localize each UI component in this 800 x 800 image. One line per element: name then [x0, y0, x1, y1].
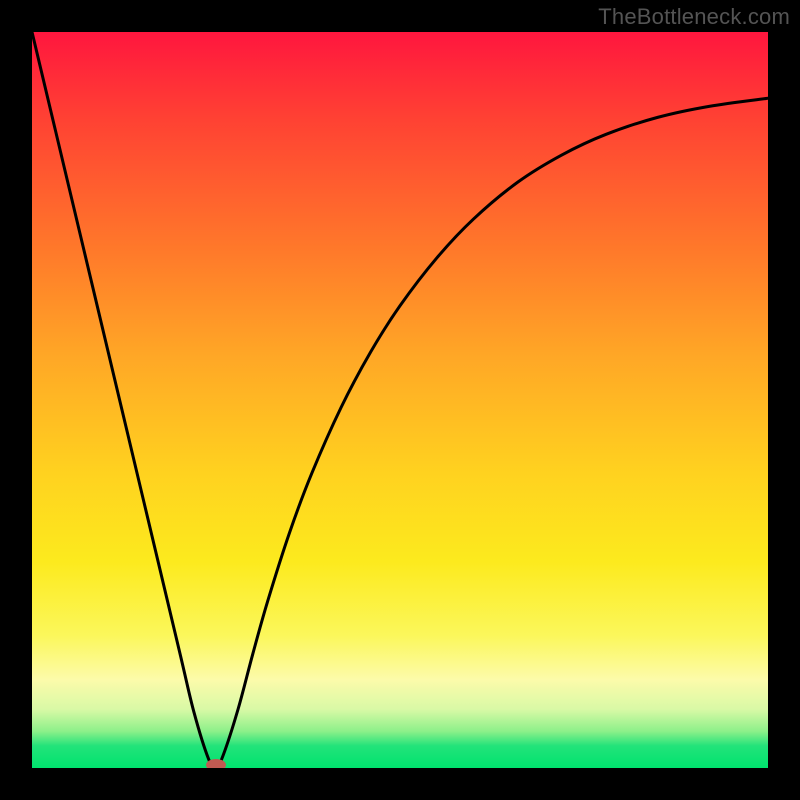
chart-frame: TheBottleneck.com — [0, 0, 800, 800]
watermark-text: TheBottleneck.com — [598, 4, 790, 30]
bottleneck-curve — [32, 32, 768, 768]
chart-svg — [32, 32, 768, 768]
plot-area — [32, 32, 768, 768]
